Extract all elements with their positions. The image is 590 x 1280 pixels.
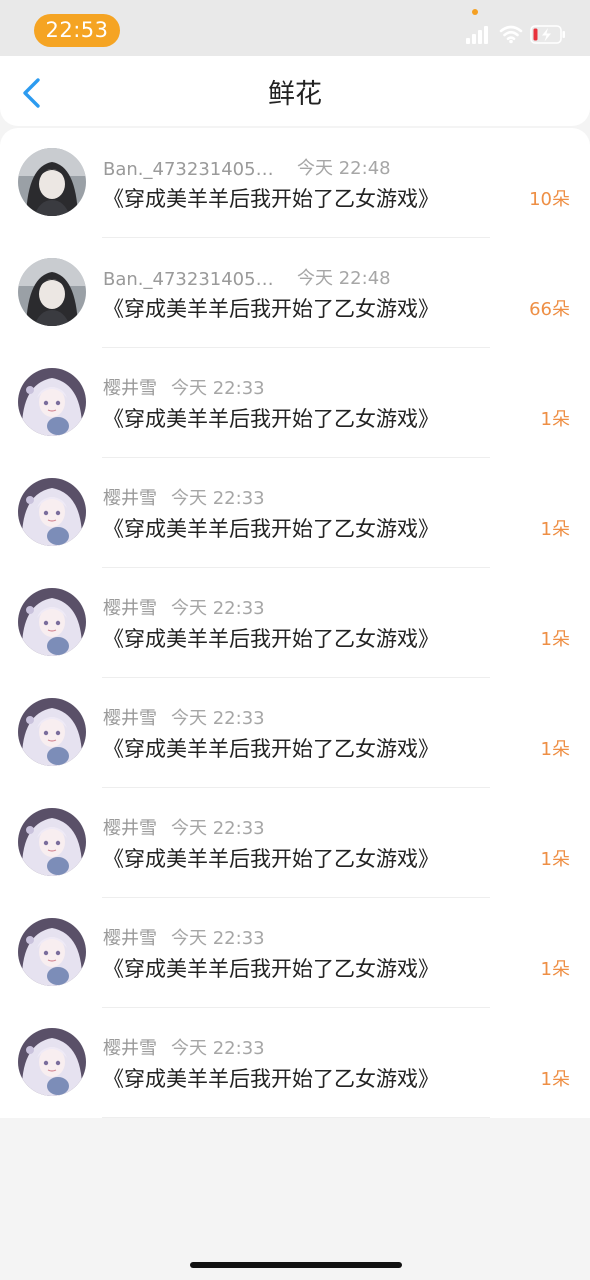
author-name: Ban._4732314054... [103, 269, 283, 290]
gift-meta: 樱井雪 今天 22:33 [103, 924, 265, 950]
author-name: 樱井雪 [103, 1038, 157, 1059]
flower-count: 10朵 [529, 189, 570, 210]
flower-count: 1朵 [540, 1069, 570, 1090]
author-name: Ban._4732314054... [103, 159, 283, 180]
book-title: 《穿成美羊羊后我开始了乙女游戏》 [103, 737, 439, 761]
navigation-bar: 鲜花 [0, 56, 590, 126]
back-chevron-icon[interactable] [18, 76, 46, 110]
gift-meta: 樱井雪 今天 22:33 [103, 1034, 265, 1060]
wifi-icon [499, 25, 523, 44]
avatar[interactable] [18, 478, 86, 546]
flower-count: 1朵 [540, 409, 570, 430]
page-title: 鲜花 [268, 79, 322, 110]
gift-meta: Ban._4732314054... 今天 22:48 [103, 264, 391, 290]
home-indicator[interactable] [190, 1262, 402, 1268]
status-bar: 22:53 [0, 0, 590, 56]
gift-time: 今天 22:33 [171, 818, 265, 839]
gift-meta: 樱井雪 今天 22:33 [103, 814, 265, 840]
gift-time: 今天 22:48 [297, 158, 391, 179]
gift-time: 今天 22:33 [171, 1038, 265, 1059]
flower-count: 1朵 [540, 849, 570, 870]
gift-time: 今天 22:33 [171, 378, 265, 399]
book-title: 《穿成美羊羊后我开始了乙女游戏》 [103, 187, 439, 211]
gift-row[interactable]: 樱井雪 今天 22:33 《穿成美羊羊后我开始了乙女游戏》 1朵 [0, 678, 590, 788]
camera-indicator-icon [472, 9, 478, 15]
row-divider [102, 1117, 490, 1118]
author-name: 樱井雪 [103, 708, 157, 729]
status-time: 22:53 [34, 14, 120, 47]
book-title: 《穿成美羊羊后我开始了乙女游戏》 [103, 1067, 439, 1091]
avatar[interactable] [18, 1028, 86, 1096]
avatar[interactable] [18, 148, 86, 216]
flower-count: 1朵 [540, 519, 570, 540]
avatar[interactable] [18, 918, 86, 986]
gift-time: 今天 22:33 [171, 488, 265, 509]
avatar[interactable] [18, 808, 86, 876]
gift-row[interactable]: 樱井雪 今天 22:33 《穿成美羊羊后我开始了乙女游戏》 1朵 [0, 1008, 590, 1118]
flower-count: 1朵 [540, 629, 570, 650]
flower-count: 1朵 [540, 739, 570, 760]
gift-time: 今天 22:48 [297, 268, 391, 289]
book-title: 《穿成美羊羊后我开始了乙女游戏》 [103, 407, 439, 431]
battery-charging-icon [530, 25, 565, 44]
author-name: 樱井雪 [103, 818, 157, 839]
avatar[interactable] [18, 698, 86, 766]
book-title: 《穿成美羊羊后我开始了乙女游戏》 [103, 517, 439, 541]
avatar[interactable] [18, 588, 86, 656]
flower-count: 66朵 [529, 299, 570, 320]
gift-meta: 樱井雪 今天 22:33 [103, 704, 265, 730]
flower-gift-list: Ban._4732314054... 今天 22:48 《穿成美羊羊后我开始了乙女游… [0, 128, 590, 1118]
gift-row[interactable]: 樱井雪 今天 22:33 《穿成美羊羊后我开始了乙女游戏》 1朵 [0, 568, 590, 678]
book-title: 《穿成美羊羊后我开始了乙女游戏》 [103, 957, 439, 981]
book-title: 《穿成美羊羊后我开始了乙女游戏》 [103, 847, 439, 871]
book-title: 《穿成美羊羊后我开始了乙女游戏》 [103, 297, 439, 321]
gift-row[interactable]: Ban._4732314054... 今天 22:48 《穿成美羊羊后我开始了乙女游… [0, 128, 590, 238]
gift-time: 今天 22:33 [171, 708, 265, 729]
gift-time: 今天 22:33 [171, 928, 265, 949]
book-title: 《穿成美羊羊后我开始了乙女游戏》 [103, 627, 439, 651]
gift-meta: 樱井雪 今天 22:33 [103, 374, 265, 400]
gift-row[interactable]: 樱井雪 今天 22:33 《穿成美羊羊后我开始了乙女游戏》 1朵 [0, 458, 590, 568]
author-name: 樱井雪 [103, 378, 157, 399]
gift-meta: 樱井雪 今天 22:33 [103, 484, 265, 510]
gift-row[interactable]: 樱井雪 今天 22:33 《穿成美羊羊后我开始了乙女游戏》 1朵 [0, 348, 590, 458]
author-name: 樱井雪 [103, 488, 157, 509]
gift-meta: Ban._4732314054... 今天 22:48 [103, 154, 391, 180]
avatar[interactable] [18, 258, 86, 326]
avatar[interactable] [18, 368, 86, 436]
author-name: 樱井雪 [103, 598, 157, 619]
author-name: 樱井雪 [103, 928, 157, 949]
signal-icon [466, 26, 492, 44]
gift-row[interactable]: 樱井雪 今天 22:33 《穿成美羊羊后我开始了乙女游戏》 1朵 [0, 898, 590, 1008]
gift-time: 今天 22:33 [171, 598, 265, 619]
gift-row[interactable]: 樱井雪 今天 22:33 《穿成美羊羊后我开始了乙女游戏》 1朵 [0, 788, 590, 898]
flower-count: 1朵 [540, 959, 570, 980]
gift-row[interactable]: Ban._4732314054... 今天 22:48 《穿成美羊羊后我开始了乙女游… [0, 238, 590, 348]
gift-meta: 樱井雪 今天 22:33 [103, 594, 265, 620]
